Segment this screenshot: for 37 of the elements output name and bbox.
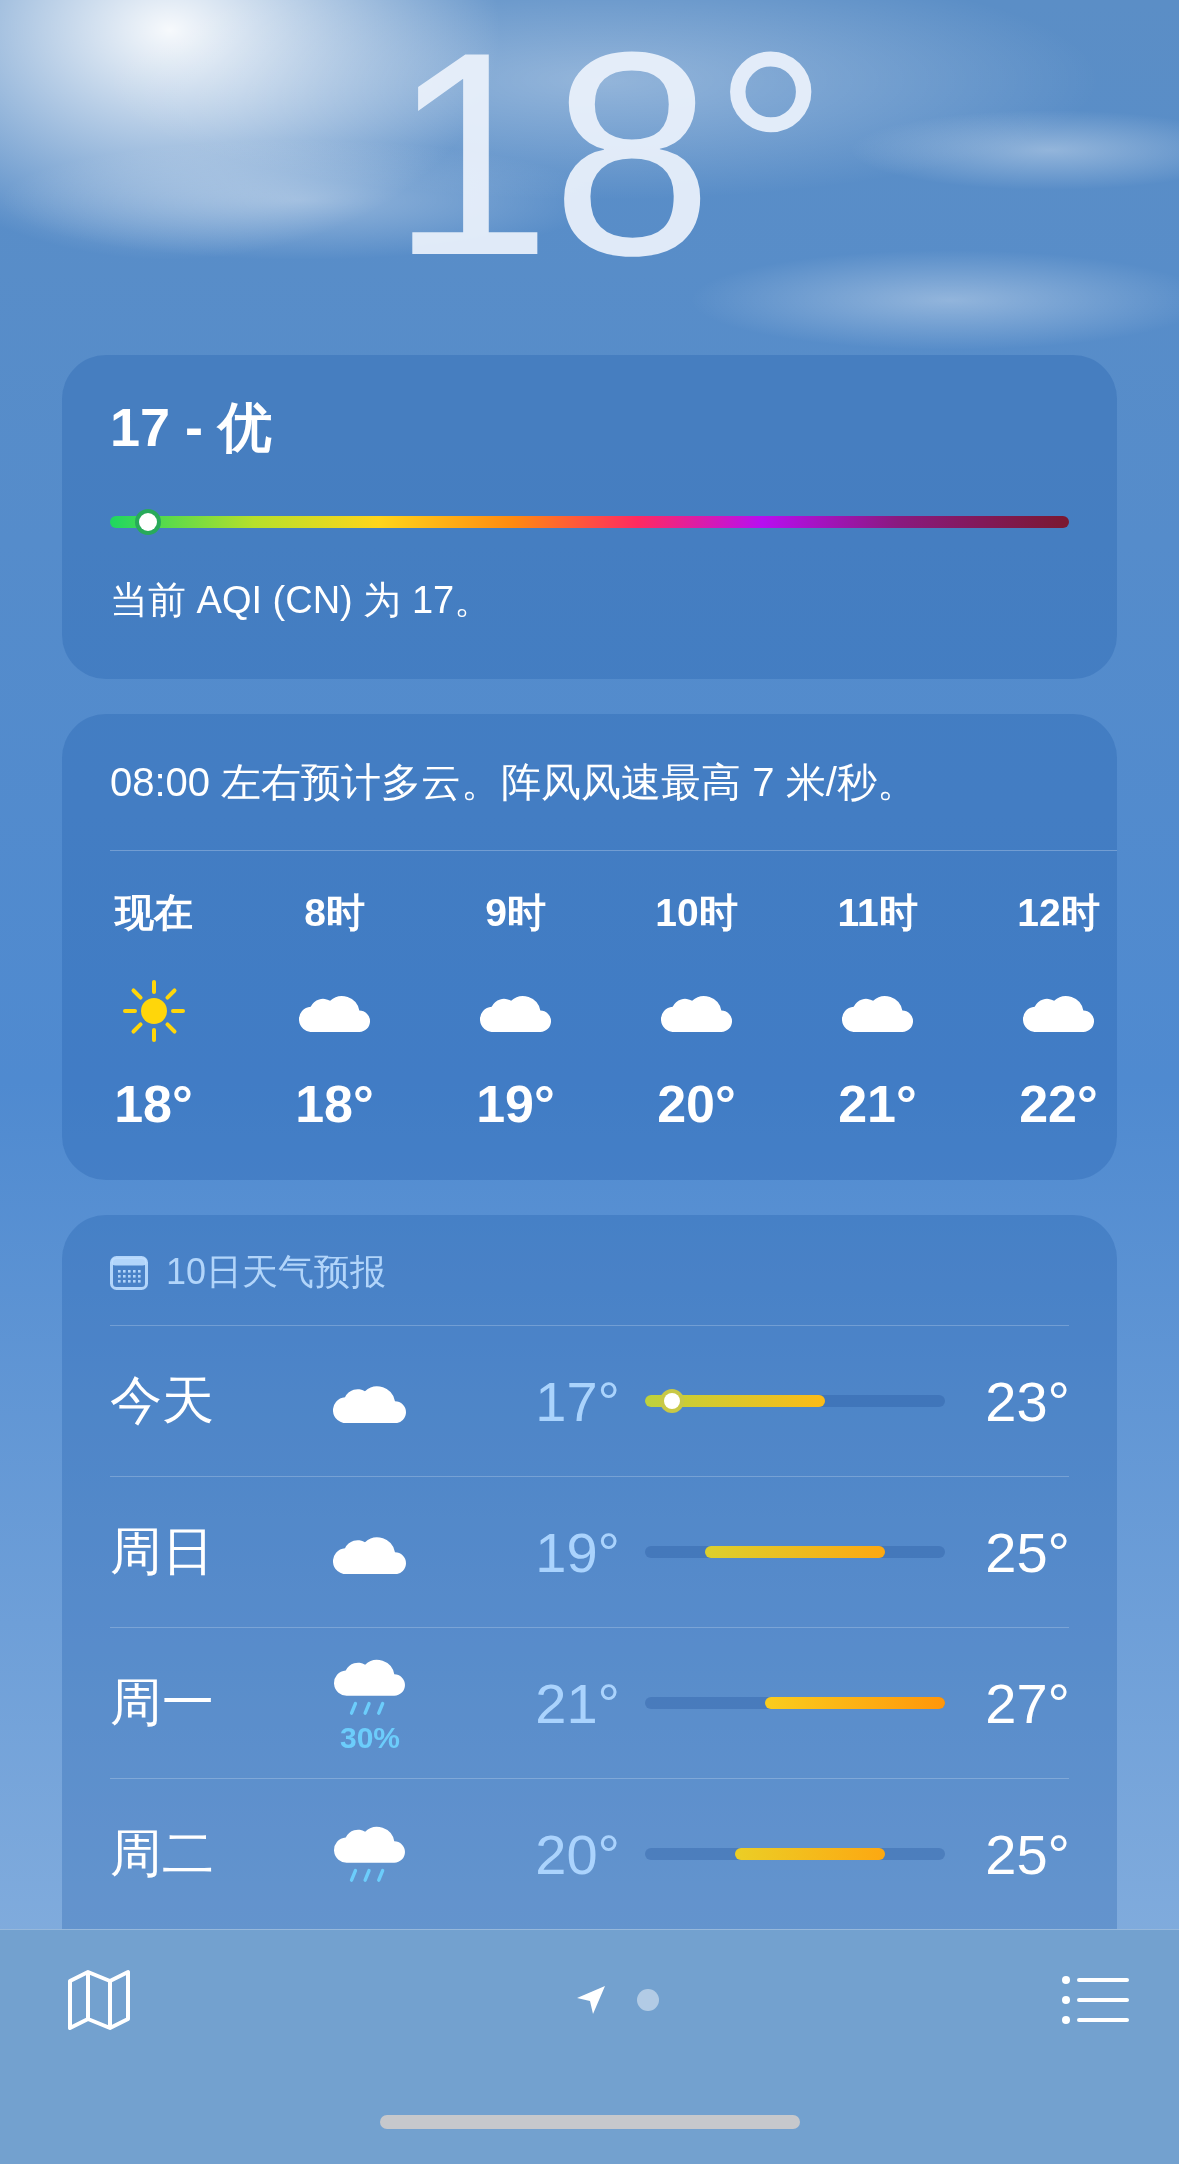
calendar-icon: [110, 1255, 148, 1290]
low-temperature: 19°: [534, 1519, 620, 1585]
hour-temperature: 18°: [295, 1078, 374, 1130]
hour-label: 8时: [304, 893, 365, 936]
aqi-description: 当前 AQI (CN) 为 17。: [110, 578, 494, 624]
sun-icon: [120, 977, 187, 1044]
hour-temperature: 21°: [838, 1078, 917, 1130]
hour-label: 11时: [837, 893, 918, 936]
hour-temperature: 18°: [114, 1078, 193, 1130]
low-temperature: 17°: [534, 1368, 620, 1434]
aqi-title: 17 - 优: [110, 400, 274, 455]
hour-temperature: 20°: [657, 1078, 736, 1130]
hour-temperature: 22°: [1019, 1078, 1098, 1130]
city-list-button[interactable]: [1061, 1975, 1129, 2025]
list-icon: [1061, 1975, 1129, 2025]
current-temperature: 18°: [389, 8, 829, 317]
day-label: 今天: [110, 1370, 215, 1431]
hour-label: 现在: [114, 893, 193, 936]
day-label: 周日: [110, 1521, 215, 1582]
high-temperature: 23°: [984, 1368, 1070, 1434]
hour-label: 12时: [1017, 893, 1100, 936]
map-icon: [66, 1967, 132, 2033]
high-temperature: 25°: [984, 1519, 1070, 1585]
hourly-summary: 08:00 左右预计多云。阵风风速最高 7 米/秒。: [109, 759, 918, 806]
hour-label: 10时: [655, 893, 738, 936]
hour-label: 9时: [485, 893, 546, 936]
low-temperature: 20°: [534, 1821, 620, 1887]
map-button[interactable]: [66, 1967, 132, 2033]
page-dot[interactable]: [636, 1989, 659, 2011]
high-temperature: 27°: [984, 1670, 1070, 1736]
day-label: 周二: [110, 1823, 215, 1884]
day-label: 周一: [110, 1672, 215, 1733]
high-temperature: 25°: [984, 1821, 1070, 1887]
low-temperature: 21°: [534, 1670, 620, 1736]
precipitation-chance: 30%: [339, 1723, 400, 1753]
hour-temperature: 19°: [476, 1078, 555, 1130]
forecast-title: 10日天气预报: [166, 1250, 387, 1294]
